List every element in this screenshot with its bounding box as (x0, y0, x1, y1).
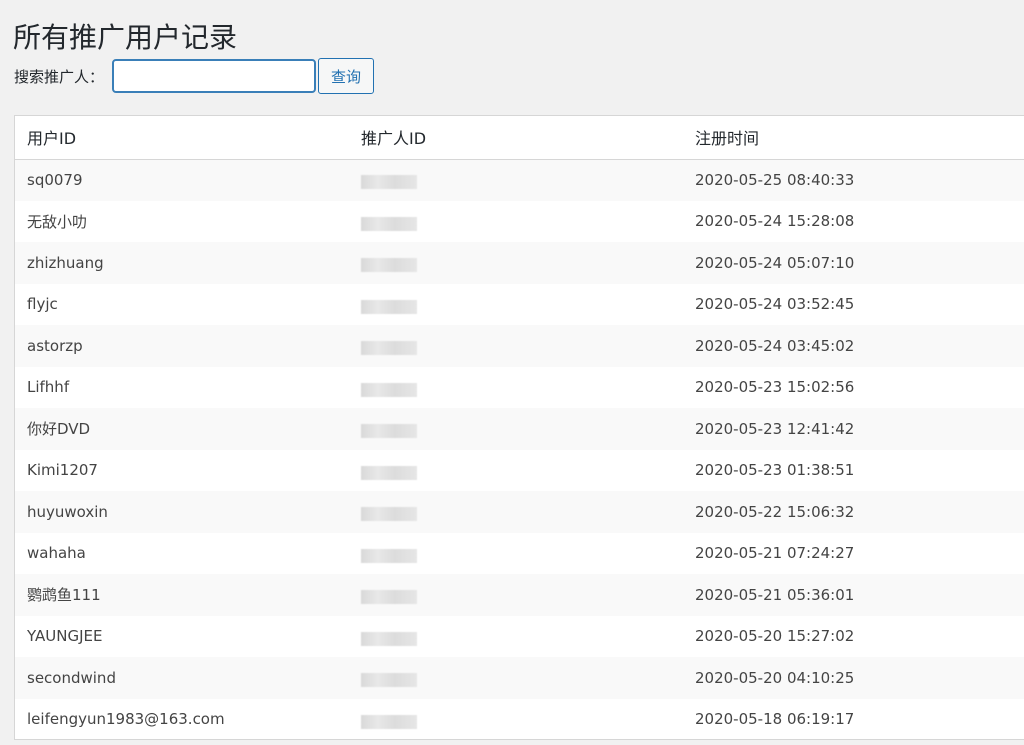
redacted-value (361, 507, 417, 521)
cell-register-time: 2020-05-21 05:36:01 (695, 585, 855, 604)
search-label: 搜索推广人： (14, 67, 105, 86)
table-row: zhizhuang 2020-05-24 05:07:10 无 (15, 242, 1024, 284)
column-header-promoter-id: 推广人ID (361, 129, 427, 149)
cell-promoter-id (349, 284, 683, 326)
cell-promoter-id (349, 574, 683, 616)
cell-promoter-id (349, 242, 683, 284)
cell-user-id: flyjc (27, 295, 58, 314)
page-title: 所有推广用户记录 (13, 21, 238, 54)
cell-vip-type: 无 (1017, 574, 1024, 616)
redacted-value (361, 299, 417, 314)
redacted-value (361, 548, 417, 563)
cell-vip-type: 无 (1017, 284, 1024, 326)
cell-promoter-id (349, 201, 683, 243)
cell-user-id: Lifhhf (27, 378, 70, 397)
cell-user-id: huyuwoxin (27, 502, 108, 521)
cell-user-id: Kimi1207 (27, 461, 98, 480)
table-row: 鹦鹉鱼111 2020-05-21 05:36:01 无 (15, 574, 1024, 616)
cell-vip-type: 无 (1017, 325, 1024, 367)
redacted-value (361, 631, 417, 646)
column-header-vip-type: VIP类型 (1017, 116, 1024, 159)
cell-promoter-id (349, 408, 683, 450)
cell-register-time: 2020-05-20 04:10:25 (695, 668, 855, 687)
cell-user-id: zhizhuang (27, 253, 104, 272)
cell-vip-type: 无 (1017, 367, 1024, 409)
cell-register-time: 2020-05-18 06:19:17 (695, 710, 855, 729)
table-body: sq00792020-05-25 08:40:33无无敌小叻2020-05-24… (15, 159, 1024, 740)
redacted-value (361, 424, 417, 438)
cell-promoter-id (349, 367, 683, 409)
cell-promoter-id (349, 491, 683, 533)
cell-register-time: 2020-05-20 15:27:02 (695, 627, 855, 646)
cell-vip-type: 无 (1017, 408, 1024, 450)
cell-promoter-id (349, 325, 683, 367)
redacted-value (361, 216, 417, 231)
table-row: 你好DVD 2020-05-23 12:41:42 无 (15, 408, 1024, 450)
cell-vip-type: 无 (1017, 242, 1024, 284)
cell-register-time: 2020-05-24 03:52:45 (695, 295, 855, 314)
cell-user-id: 鹦鹉鱼111 (27, 586, 101, 605)
search-input[interactable] (112, 59, 317, 93)
cell-user-id: 你好DVD (27, 420, 91, 439)
redacted-value (361, 341, 417, 355)
redacted-value (361, 382, 417, 397)
cell-user-id: 无敌小叻 (27, 212, 88, 231)
column-header-register-time: 注册时间 (695, 129, 760, 149)
redacted-value (361, 673, 417, 687)
cell-user-id: sq0079 (27, 171, 83, 189)
cell-vip-type: 无 (1017, 491, 1024, 533)
cell-user-id: secondwind (27, 668, 116, 687)
cell-register-time: 2020-05-23 15:02:56 (695, 378, 855, 397)
redacted-value (361, 258, 417, 272)
cell-vip-type: 无 (1017, 201, 1024, 243)
cell-user-id: YAUNGJEE (27, 627, 103, 646)
cell-register-time: 2020-05-24 03:45:02 (695, 336, 855, 355)
table-row: wahaha 2020-05-21 07:24:27 无 (15, 532, 1024, 575)
cell-promoter-id (349, 699, 683, 740)
redacted-value (361, 175, 417, 190)
redacted-value (361, 590, 417, 604)
cell-register-time: 2020-05-23 01:38:51 (695, 461, 855, 480)
table-row: YAUNGJEE 2020-05-20 15:27:02 无 (15, 615, 1024, 658)
cell-promoter-id (349, 159, 683, 201)
cell-user-id: wahaha (27, 544, 86, 563)
redacted-value (361, 465, 417, 480)
cell-vip-type: 无 (1017, 533, 1024, 575)
table-row: huyuwoxin 2020-05-22 15:06:32 无 (15, 491, 1024, 533)
cell-promoter-id (349, 657, 683, 699)
cell-register-time: 2020-05-21 07:24:27 (695, 544, 855, 563)
column-header-user-id: 用户ID (27, 129, 77, 149)
search-bar: 搜索推广人： 查询 (14, 58, 375, 94)
cell-user-id: astorzp (27, 336, 83, 355)
cell-register-time: 2020-05-24 05:07:10 (695, 253, 855, 272)
cell-register-time: 2020-05-24 15:28:08 (695, 212, 855, 231)
cell-promoter-id (349, 450, 683, 492)
cell-vip-type: 无 (1017, 657, 1024, 699)
table-row: astorzp 2020-05-24 03:45:02 无 (15, 325, 1024, 367)
table-row: sq0079 2020-05-25 08:40:33 无 (15, 159, 1024, 201)
cell-register-time: 2020-05-22 15:06:32 (695, 502, 855, 521)
redacted-value (361, 714, 417, 729)
cell-register-time: 2020-05-23 12:41:42 (695, 419, 855, 438)
table-row: secondwind 2020-05-20 04:10:25 无 (15, 657, 1024, 699)
cell-vip-type: 无 (1017, 616, 1024, 658)
cell-promoter-id (349, 616, 683, 658)
table-row: flyjc 2020-05-24 03:52:45 无 (15, 283, 1024, 326)
table-row: Lifhhf 2020-05-23 15:02:56 无 (15, 366, 1024, 409)
cell-vip-type: 无 (1017, 699, 1024, 740)
cell-vip-type: 无 (1017, 450, 1024, 492)
cell-user-id: leifengyun1983@163.com (27, 710, 225, 729)
cell-register-time: 2020-05-25 08:40:33 (695, 171, 855, 189)
table-row: Kimi1207 2020-05-23 01:38:51 无 (15, 449, 1024, 492)
promoted-users-table: 用户ID 推广人ID 注册时间 VIP类型 sq0079 2020-05-25 0… (14, 115, 1024, 740)
table-header-row: 用户ID 推广人ID 注册时间 VIP类型 (15, 116, 1024, 159)
table-row: leifengyun1983@163.com 2020-05-18 06:19:1… (15, 698, 1024, 740)
table-row: 无敌小叻 2020-05-24 15:28:08 无 (15, 200, 1024, 243)
cell-promoter-id (349, 533, 683, 575)
search-button[interactable]: 查询 (318, 58, 375, 94)
cell-vip-type: 无 (1017, 159, 1024, 201)
